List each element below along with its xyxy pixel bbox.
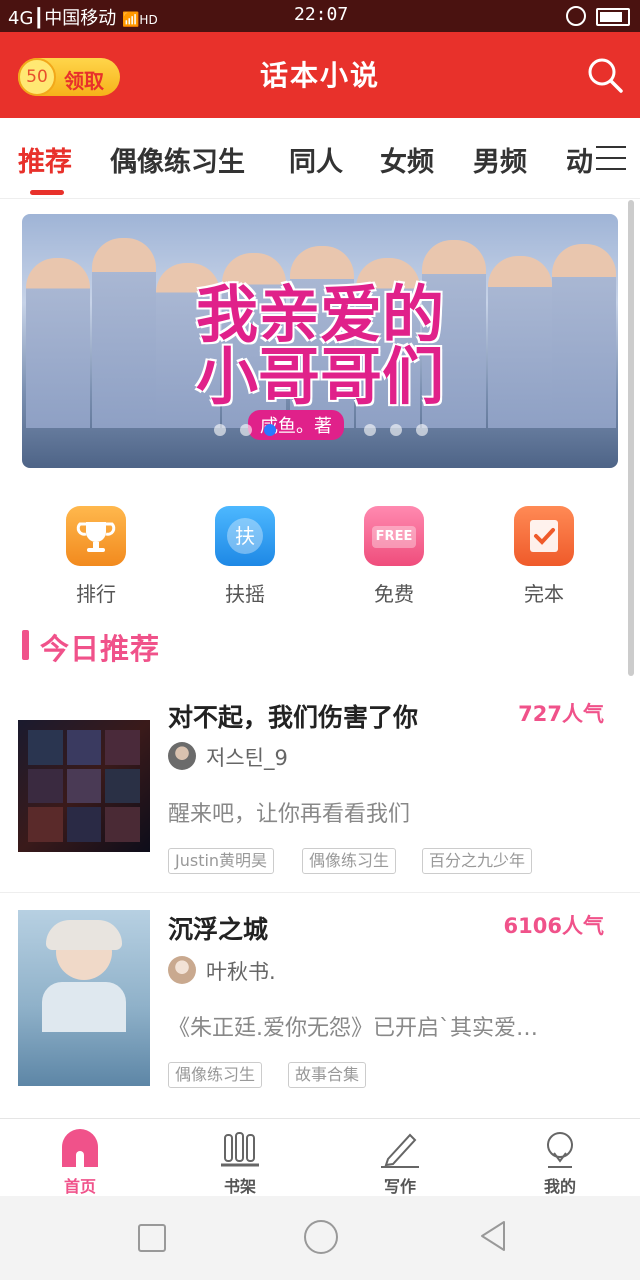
- carousel-dot-active[interactable]: [264, 424, 276, 436]
- book-cover: [18, 910, 150, 1086]
- book-card[interactable]: 沉浮之城 6106人气 叶秋书. 《朱正廷.爱你无怨》已开启ˋ其实爱… 偶像练习…: [0, 900, 640, 1100]
- author-avatar: [168, 742, 196, 770]
- nav-label: 书架: [223, 1177, 256, 1196]
- clock: 22:07: [294, 4, 349, 25]
- carousel-dot[interactable]: [364, 424, 376, 436]
- app-header: 50 领取 话本小说: [0, 32, 640, 118]
- popularity-count: 727人气: [518, 702, 604, 726]
- tab-male[interactable]: 男频: [473, 140, 527, 179]
- book-description: 醒来吧，让你再看看我们: [168, 802, 411, 827]
- author-name: 叶秋书.: [206, 960, 276, 984]
- pencil-icon: [381, 1133, 419, 1168]
- book-cover: [18, 720, 150, 852]
- app-title: 话本小说: [259, 59, 380, 92]
- completed-label: 完本: [524, 582, 564, 606]
- boost-icon: 扶: [227, 518, 263, 554]
- profile-icon: [547, 1132, 573, 1168]
- carrier-signal: 4G┃中国移动 📶HD: [8, 8, 158, 29]
- bookshelf-icon: [221, 1132, 259, 1167]
- back-icon[interactable]: [478, 1220, 508, 1252]
- home-circle-icon[interactable]: [304, 1220, 338, 1254]
- system-nav-bar: [0, 1196, 640, 1280]
- tab-idol-trainee[interactable]: 偶像练习生: [110, 140, 245, 179]
- carousel-dot[interactable]: [390, 424, 402, 436]
- recents-icon[interactable]: [138, 1224, 166, 1252]
- nav-home[interactable]: 首页: [40, 1119, 120, 1197]
- free-button[interactable]: FREE: [364, 506, 424, 566]
- scrollbar[interactable]: [628, 200, 634, 676]
- promo-banner[interactable]: 我亲爱的 小哥哥们 咸鱼。著: [22, 214, 618, 468]
- nav-label: 我的: [543, 1177, 576, 1196]
- alarm-icon: [566, 6, 586, 26]
- search-icon[interactable]: [586, 56, 624, 94]
- nav-label: 写作: [383, 1177, 416, 1196]
- section-marker: [22, 630, 29, 660]
- nav-write[interactable]: 写作: [360, 1119, 440, 1197]
- nav-label: 首页: [63, 1177, 96, 1196]
- nav-bookshelf[interactable]: 书架: [200, 1119, 280, 1197]
- boost-button[interactable]: 扶: [215, 506, 275, 566]
- category-tabs: 推荐 偶像练习生 同人 女频 男频 动: [0, 118, 640, 199]
- book-tag[interactable]: 偶像练习生: [302, 848, 397, 874]
- home-icon: [62, 1129, 98, 1167]
- book-title: 沉浮之城: [168, 915, 269, 944]
- carousel-dot[interactable]: [416, 424, 428, 436]
- carousel-dot[interactable]: [214, 424, 226, 436]
- author-name: 저스틴_9: [206, 746, 288, 770]
- active-tab-indicator: [30, 190, 64, 195]
- banner-author-tag: 咸鱼。著: [248, 410, 344, 440]
- ranking-label: 排行: [76, 582, 116, 606]
- tab-anime[interactable]: 动: [566, 140, 593, 179]
- book-card[interactable]: 对不起，我们伤害了你 727人气 저스틴_9 醒来吧，让你再看看我们 Justi…: [0, 690, 640, 890]
- book-title: 对不起，我们伤害了你: [168, 703, 419, 732]
- section-title: 今日推荐: [40, 632, 161, 666]
- boost-label: 扶摇: [225, 582, 265, 606]
- nav-profile[interactable]: 我的: [520, 1119, 600, 1197]
- book-tag[interactable]: 百分之九少年: [422, 848, 533, 874]
- bottom-nav: 首页 书架 写作 我的: [0, 1118, 640, 1197]
- status-bar: 4G┃中国移动 📶HD 22:07: [0, 0, 640, 32]
- banner-title: 我亲爱的 小哥哥们: [195, 278, 444, 413]
- check-book-icon: [530, 520, 558, 552]
- tabs-menu-icon[interactable]: [596, 144, 628, 172]
- divider: [0, 892, 640, 893]
- trophy-icon: [76, 522, 116, 552]
- tab-fanfic[interactable]: 同人: [289, 140, 343, 179]
- free-label: 免费: [374, 582, 414, 606]
- tab-female[interactable]: 女频: [380, 140, 434, 179]
- ranking-button[interactable]: [66, 506, 126, 566]
- book-tag[interactable]: 偶像练习生: [168, 1062, 263, 1088]
- carousel-dot[interactable]: [240, 424, 252, 436]
- book-tag[interactable]: Justin黄明昊: [168, 848, 275, 874]
- book-description: 《朱正廷.爱你无怨》已开启ˋ其实爱…: [168, 1016, 538, 1041]
- battery-icon: [596, 8, 630, 26]
- free-tag-icon: FREE: [372, 526, 416, 548]
- tab-recommend[interactable]: 推荐: [18, 140, 72, 179]
- author-avatar: [168, 956, 196, 984]
- book-tag[interactable]: 故事合集: [288, 1062, 367, 1088]
- popularity-count: 6106人气: [503, 914, 604, 938]
- completed-button[interactable]: [514, 506, 574, 566]
